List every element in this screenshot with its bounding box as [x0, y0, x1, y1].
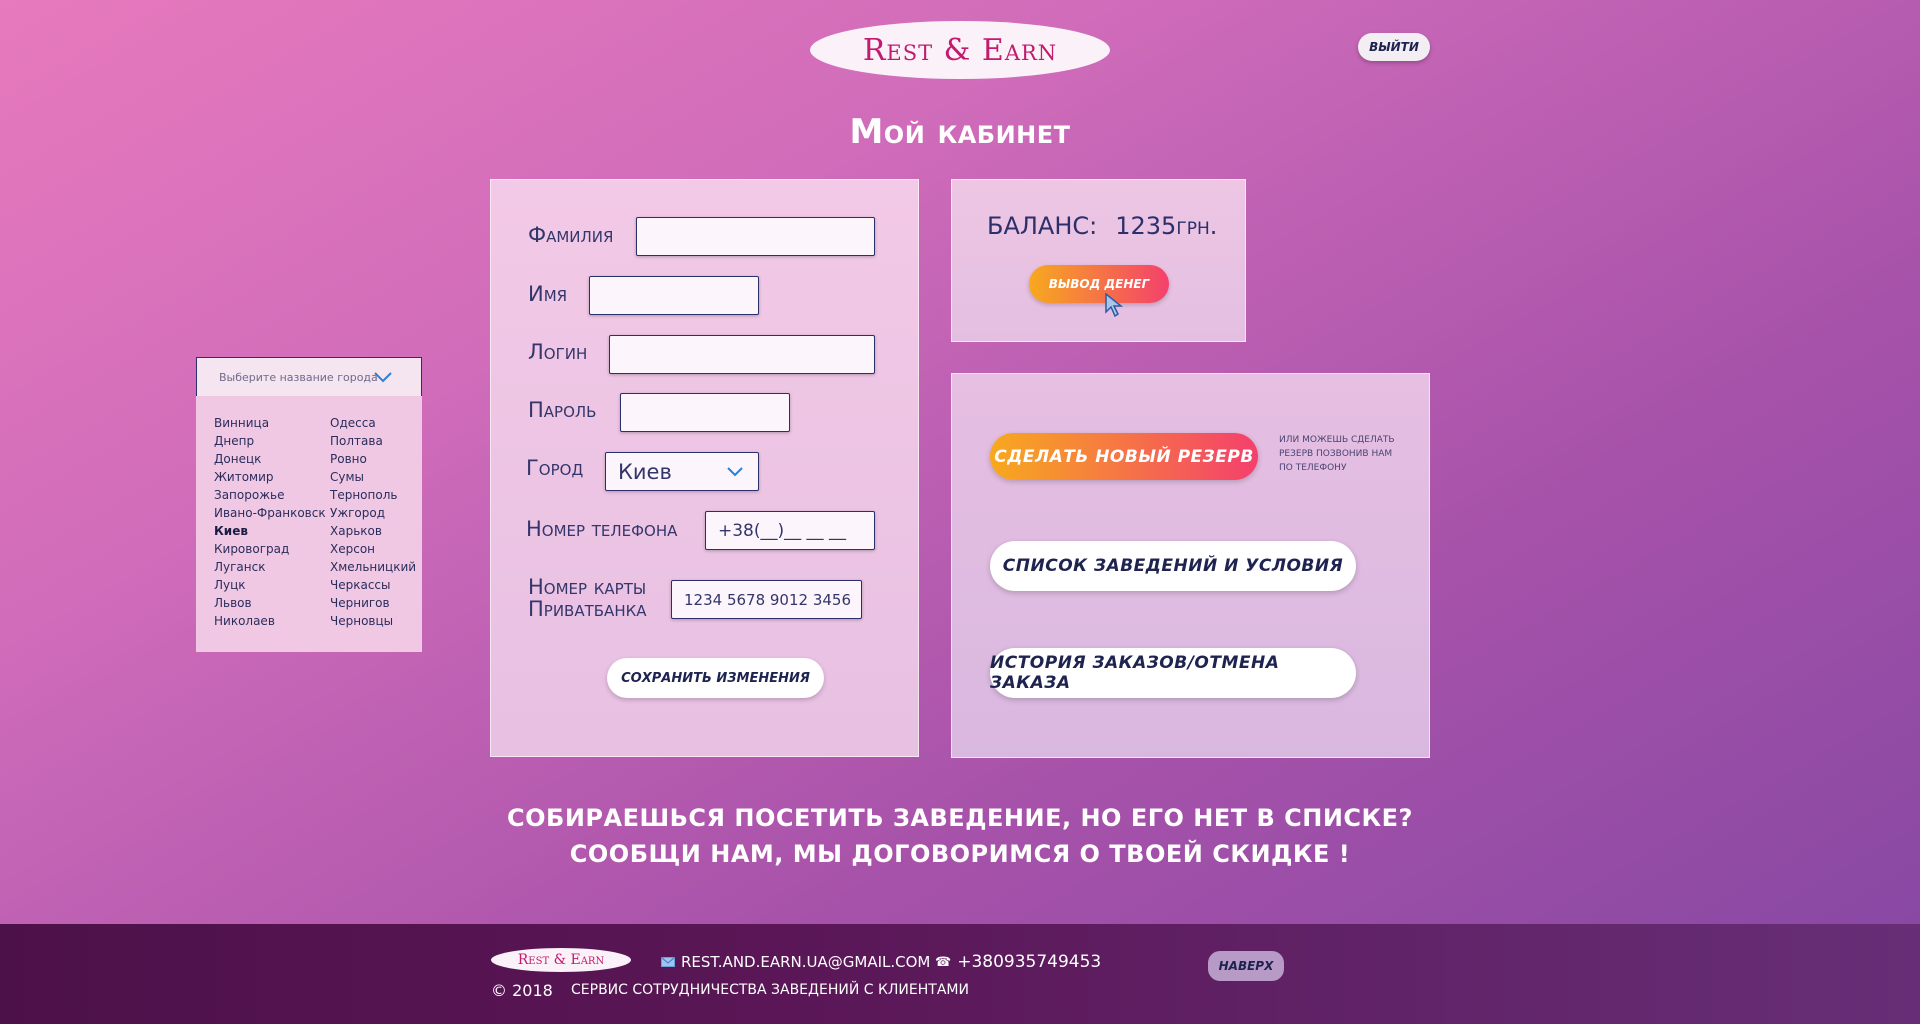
- city-option[interactable]: Киев: [214, 524, 330, 542]
- login-label: Логин: [528, 340, 588, 364]
- name-field[interactable]: [589, 276, 759, 315]
- city-option[interactable]: Львов: [214, 596, 330, 614]
- footer-phone-text: +380935749453: [957, 952, 1102, 972]
- promo-line-2: СООБЩИ НАМ, МЫ ДОГОВОРИМСЯ О ТВОЕЙ СКИДК…: [569, 840, 1351, 868]
- city-option[interactable]: Ивано-Франковск: [214, 506, 330, 524]
- footer-phone[interactable]: ☎ +380935749453: [935, 952, 1101, 972]
- city-option[interactable]: Луганск: [214, 560, 330, 578]
- copyright: © 2018: [491, 981, 553, 1000]
- city-option[interactable]: Харьков: [330, 524, 430, 542]
- footer-logo[interactable]: Rest & Earn: [491, 948, 631, 972]
- card-label: Номер карты Приватбанка: [528, 576, 647, 620]
- envelope-icon: [661, 957, 675, 967]
- city-label: Город: [526, 456, 584, 480]
- balance-display: БАЛАНС: 1235грн.: [987, 212, 1217, 240]
- city-option[interactable]: Кировоград: [214, 542, 330, 560]
- logout-button[interactable]: ВЫЙТИ: [1358, 33, 1430, 61]
- card-label-line1: Номер карты: [528, 575, 647, 599]
- city-option[interactable]: Донецк: [214, 452, 330, 470]
- city-option[interactable]: Полтава: [330, 434, 430, 452]
- balance-card: [951, 179, 1246, 342]
- withdraw-button[interactable]: ВЫВОД ДЕНЕГ: [1029, 265, 1169, 303]
- city-select[interactable]: Выберите название города: [196, 357, 422, 397]
- new-reserve-button[interactable]: СДЕЛАТЬ НОВЫЙ РЕЗЕРВ: [990, 433, 1258, 480]
- login-field[interactable]: [609, 335, 875, 374]
- balance-amount: 1235грн.: [1115, 212, 1218, 240]
- promo-line-1: СОБИРАЕШЬСЯ ПОСЕТИТЬ ЗАВЕДЕНИЕ, НО ЕГО Н…: [507, 804, 1413, 832]
- city-option[interactable]: Запорожье: [214, 488, 330, 506]
- city-option[interactable]: Ровно: [330, 452, 430, 470]
- reserve-phone-note: ИЛИ МОЖЕШЬ СДЕЛАТЬ РЕЗЕРВ ПОЗВОНИВ НАМ П…: [1279, 435, 1395, 473]
- phone-field[interactable]: +38(__)__ __ __: [705, 511, 875, 550]
- promo-message: СОБИРАЕШЬСЯ ПОСЕТИТЬ ЗАВЕДЕНИЕ, НО ЕГО Н…: [460, 800, 1460, 872]
- city-option[interactable]: Хмельницкий: [330, 560, 430, 578]
- card-number-field[interactable]: 1234 5678 9012 3456: [671, 580, 862, 619]
- site-logo[interactable]: Rest & Earn: [810, 21, 1110, 79]
- city-option[interactable]: Николаев: [214, 614, 330, 632]
- chevron-down-icon: [374, 372, 392, 383]
- surname-field[interactable]: [636, 217, 875, 256]
- city-option[interactable]: Черновцы: [330, 614, 430, 632]
- city-option[interactable]: Ужгород: [330, 506, 430, 524]
- city-option[interactable]: Луцк: [214, 578, 330, 596]
- city-dropdown-value: Киев: [618, 459, 672, 484]
- city-option[interactable]: Житомир: [214, 470, 330, 488]
- name-label: Имя: [528, 282, 568, 306]
- scroll-top-button[interactable]: НАВЕРХ: [1208, 951, 1284, 981]
- phone-label: Номер телефона: [526, 517, 678, 541]
- footer-email-text: REST.AND.EARN.UA@GMAIL.COM: [681, 953, 931, 971]
- city-option[interactable]: Одесса: [330, 416, 430, 434]
- city-list: Винница Одесса Днепр Полтава Донецк Ровно Жито…: [196, 396, 422, 652]
- service-tagline: СЕРВИС СОТРУДНИЧЕСТВА ЗАВЕДЕНИЙ С КЛИЕНТ…: [571, 982, 969, 998]
- city-option[interactable]: Днепр: [214, 434, 330, 452]
- password-label: Пароль: [528, 398, 597, 422]
- page-title: Мой кабинет: [849, 112, 1071, 152]
- city-option[interactable]: Херсон: [330, 542, 430, 560]
- venues-list-button[interactable]: СПИСОК ЗАВЕДЕНИЙ И УСЛОВИЯ: [990, 541, 1356, 591]
- phone-icon: ☎: [935, 954, 952, 970]
- city-option[interactable]: Винница: [214, 416, 330, 434]
- password-field[interactable]: [620, 393, 790, 432]
- order-history-button[interactable]: ИСТОРИЯ ЗАКАЗОВ/ОТМЕНА ЗАКАЗА: [990, 648, 1356, 698]
- city-option[interactable]: Черкассы: [330, 578, 430, 596]
- save-changes-button[interactable]: СОХРАНИТЬ ИЗМЕНЕНИЯ: [607, 658, 824, 698]
- city-select-placeholder: Выберите название города: [219, 370, 378, 384]
- city-option[interactable]: Тернополь: [330, 488, 430, 506]
- footer: [0, 924, 1920, 1024]
- city-option[interactable]: Чернигов: [330, 596, 430, 614]
- footer-email[interactable]: REST.AND.EARN.UA@GMAIL.COM: [661, 953, 930, 971]
- card-label-line2: Приватбанка: [528, 597, 647, 621]
- surname-label: Фамилия: [528, 223, 614, 247]
- city-option[interactable]: Сумы: [330, 470, 430, 488]
- city-dropdown[interactable]: Киев: [605, 452, 759, 491]
- chevron-down-icon: [727, 467, 743, 477]
- balance-label: БАЛАНС:: [987, 212, 1098, 240]
- mouse-cursor-icon: [1105, 292, 1124, 318]
